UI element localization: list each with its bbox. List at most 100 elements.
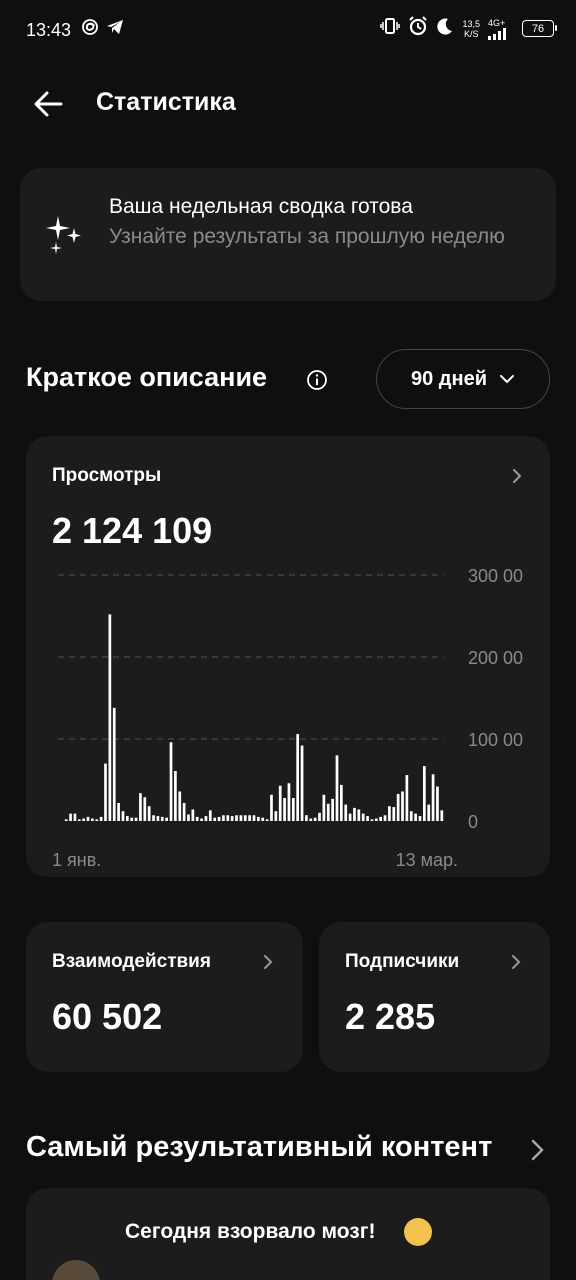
chart-bar bbox=[248, 815, 251, 821]
overview-title: Краткое описание bbox=[26, 362, 268, 392]
chart-bar bbox=[326, 803, 330, 821]
chart-bar bbox=[309, 818, 313, 821]
chart-bar bbox=[73, 813, 77, 821]
chart-bar bbox=[361, 813, 365, 821]
chevron-right-icon[interactable] bbox=[527, 1138, 547, 1162]
chart-bar bbox=[169, 742, 173, 821]
chart-bar bbox=[322, 794, 326, 821]
chart-bar bbox=[374, 818, 378, 821]
chart-bar bbox=[143, 797, 147, 821]
chart-bar bbox=[383, 815, 387, 821]
chart-bar bbox=[222, 815, 225, 821]
chevron-right-icon bbox=[264, 955, 273, 969]
chart-bar bbox=[331, 798, 334, 821]
summary-title: Ваша недельная сводка готова bbox=[109, 195, 413, 218]
battery-indicator: 76 bbox=[522, 20, 557, 37]
chart-bar bbox=[305, 815, 308, 821]
info-icon[interactable] bbox=[306, 369, 328, 391]
net-speed-value: 13,5 bbox=[462, 18, 480, 29]
moon-icon bbox=[436, 17, 454, 40]
chart-bar bbox=[191, 809, 195, 821]
chart-bar bbox=[239, 815, 243, 821]
period-dropdown[interactable]: 90 дней bbox=[376, 349, 550, 409]
chart-bar bbox=[160, 816, 164, 821]
chart-bar bbox=[357, 809, 361, 821]
y-tick-label: 0 bbox=[468, 812, 478, 832]
telegram-icon bbox=[106, 18, 124, 41]
chart-bar bbox=[291, 798, 295, 821]
engagement-label: Взаимодействия bbox=[52, 951, 211, 972]
chart-bar bbox=[104, 763, 107, 821]
chart-bar bbox=[243, 815, 247, 821]
chart-bar bbox=[165, 817, 168, 821]
chart-bar bbox=[152, 815, 155, 821]
views-card[interactable]: Просмотры 2 124 109 300 00 200 00 100 00 0 1… bbox=[26, 436, 550, 877]
exploding-head-emoji-icon bbox=[404, 1218, 432, 1246]
top-content-card[interactable]: Сегодня взорвало мозг! bbox=[26, 1188, 550, 1280]
chart-bar bbox=[335, 755, 339, 821]
status-time: 13:43 bbox=[26, 20, 72, 40]
chart-bar bbox=[405, 775, 409, 821]
app-header: Статистика bbox=[0, 78, 576, 130]
top-content-title: Самый результативный контент bbox=[26, 1131, 493, 1163]
chart-bar bbox=[392, 807, 396, 821]
chart-bar bbox=[156, 816, 160, 821]
chart-bar bbox=[112, 707, 116, 821]
chart-bar bbox=[182, 802, 186, 821]
chart-bar bbox=[108, 614, 112, 821]
chart-bar bbox=[130, 817, 134, 821]
y-tick-label: 200 00 bbox=[468, 648, 523, 668]
network-type: 4G+ bbox=[488, 17, 506, 28]
chart-bar bbox=[252, 815, 256, 821]
chart-bar bbox=[178, 791, 182, 821]
page-title: Статистика bbox=[96, 88, 236, 116]
chart-bar bbox=[226, 815, 230, 821]
chart-bar bbox=[348, 813, 352, 821]
chart-bar bbox=[99, 816, 103, 821]
avatar bbox=[52, 1260, 100, 1280]
net-speed-unit: K/S bbox=[463, 28, 479, 39]
chart-bar bbox=[204, 816, 208, 821]
followers-label: Подписчики bbox=[345, 951, 460, 972]
chart-bar bbox=[174, 770, 177, 821]
weekly-summary-card[interactable]: Ваша недельная сводка готова Узнайте рез… bbox=[20, 168, 556, 301]
chart-bar bbox=[440, 810, 444, 821]
chart-bar bbox=[370, 819, 374, 821]
chart-bar bbox=[117, 802, 120, 821]
chart-bar bbox=[340, 784, 343, 821]
alarm-icon bbox=[408, 16, 428, 41]
chart-bar bbox=[139, 793, 142, 821]
chevron-right-icon bbox=[512, 955, 521, 969]
chart-bar bbox=[230, 816, 234, 821]
chart-bar bbox=[274, 811, 278, 821]
chart-bar bbox=[95, 819, 99, 821]
x-tick-label: 13 мар. bbox=[396, 850, 458, 870]
chart-bar bbox=[353, 807, 356, 821]
chart-bar bbox=[217, 816, 221, 821]
back-arrow-icon bbox=[34, 91, 63, 117]
engagement-value: 60 502 bbox=[52, 996, 163, 1037]
chart-bar bbox=[344, 804, 348, 821]
period-value: 90 дней bbox=[411, 367, 487, 390]
chart-bar bbox=[401, 791, 404, 821]
chart-bar bbox=[91, 818, 94, 821]
chart-bar bbox=[134, 817, 138, 821]
chart-bar bbox=[300, 745, 304, 821]
back-button[interactable] bbox=[30, 86, 66, 122]
status-bar: 13:43 13,5 K/S 4G+ 76 bbox=[0, 0, 576, 62]
chart-bar bbox=[125, 816, 129, 821]
chart-bar bbox=[427, 804, 431, 821]
followers-card[interactable]: Подписчики 2 285 bbox=[319, 922, 550, 1072]
chart-bar bbox=[436, 786, 439, 821]
chart-bar bbox=[265, 819, 269, 821]
signal-icon: 4G+ bbox=[488, 18, 514, 40]
engagement-card[interactable]: Взаимодействия 60 502 bbox=[26, 922, 303, 1072]
chart-bar bbox=[200, 818, 203, 821]
chart-bar bbox=[187, 814, 190, 821]
chart-bar bbox=[235, 815, 238, 821]
chart-bar bbox=[283, 798, 286, 821]
chart-bar bbox=[422, 766, 426, 821]
chart-bar bbox=[77, 819, 81, 821]
chart-bar bbox=[121, 811, 125, 821]
content-item-text: Сегодня взорвало мозг! bbox=[125, 1220, 376, 1243]
